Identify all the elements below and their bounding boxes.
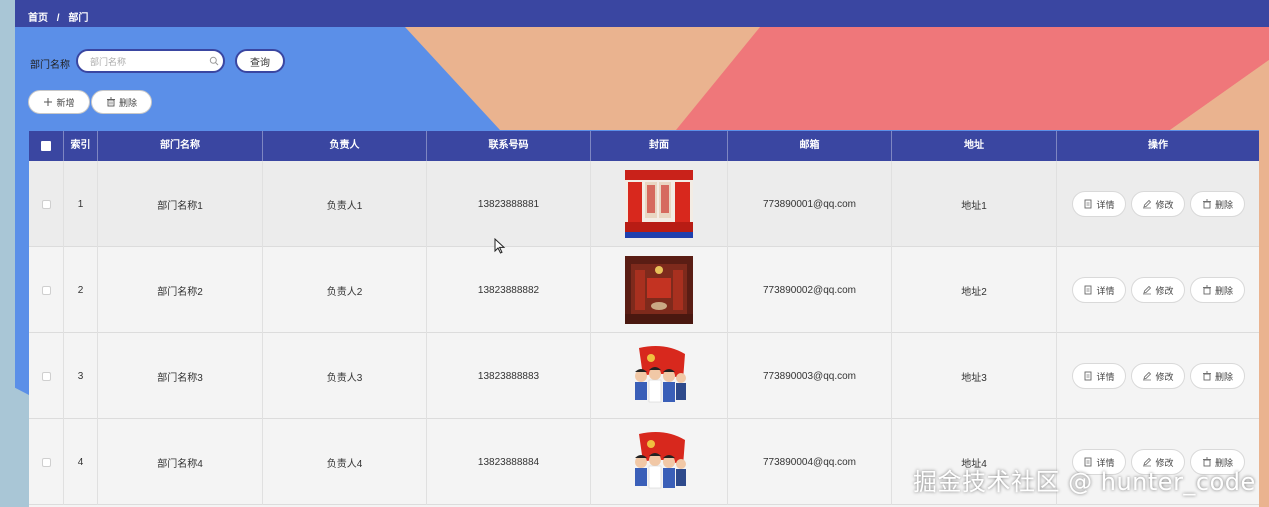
cell-name: 部门名称1 [97, 161, 262, 247]
delete-button[interactable]: 删除 [1190, 191, 1245, 217]
detail-label: 详情 [1096, 199, 1115, 210]
header-phone: 联系号码 [426, 131, 590, 161]
batch-delete-button[interactable]: 删除 [91, 90, 152, 114]
cell-cover [590, 419, 727, 505]
header-email: 邮箱 [727, 131, 891, 161]
delete-label: 删除 [1214, 199, 1233, 210]
trash-icon [1202, 285, 1211, 295]
row-select-cell [29, 161, 63, 247]
header-cover: 封面 [590, 131, 727, 161]
cell-email: 773890004@qq.com [727, 419, 891, 505]
breadcrumb-current: 部门 [68, 13, 89, 24]
cell-cover [590, 161, 727, 247]
detail-label: 详情 [1096, 285, 1115, 296]
cell-leader: 负责人4 [262, 419, 426, 505]
row-checkbox[interactable] [41, 371, 51, 381]
table-row: 2 部门名称2 负责人2 13823888882 773890002@qq.co… [29, 247, 1259, 333]
delete-label: 删除 [1214, 285, 1233, 296]
cell-phone: 13823888884 [426, 419, 590, 505]
pencil-icon [1143, 371, 1152, 381]
cell-leader: 负责人3 [262, 333, 426, 419]
select-all-checkbox[interactable] [41, 141, 51, 151]
cell-leader: 负责人2 [262, 247, 426, 333]
delete-button[interactable]: 删除 [1190, 277, 1245, 303]
trash-icon [106, 97, 115, 107]
header-index: 索引 [63, 131, 97, 161]
edit-label: 修改 [1155, 199, 1174, 210]
delete-label: 删除 [1214, 371, 1233, 382]
search-box[interactable] [76, 49, 225, 73]
cell-address: 地址1 [891, 161, 1056, 247]
edit-button[interactable]: 修改 [1131, 191, 1185, 217]
row-checkbox[interactable] [41, 285, 51, 295]
cell-cover [590, 333, 727, 419]
cell-email: 773890001@qq.com [727, 161, 891, 247]
cell-name: 部门名称3 [97, 333, 262, 419]
detail-button[interactable]: 详情 [1072, 191, 1126, 217]
breadcrumb-separator: / [56, 13, 60, 24]
cell-cover [590, 247, 727, 333]
search-label: 部门名称 [30, 60, 70, 71]
edit-label: 修改 [1155, 285, 1174, 296]
pencil-icon [1143, 285, 1152, 295]
department-table: 索引 部门名称 负责人 联系号码 封面 邮箱 地址 操作 1 部门名称1 负责人… [29, 131, 1259, 507]
search-icon [209, 56, 219, 66]
trash-icon [1202, 199, 1211, 209]
cell-index: 3 [63, 333, 97, 419]
cell-address: 地址3 [891, 333, 1056, 419]
cover-image-hall [625, 256, 693, 324]
edit-button[interactable]: 修改 [1131, 277, 1185, 303]
breadcrumb-home[interactable]: 首页 [28, 13, 48, 24]
edit-button[interactable]: 修改 [1131, 363, 1185, 389]
row-checkbox[interactable] [41, 199, 51, 209]
cover-image-people-flag [625, 428, 693, 496]
delete-button[interactable]: 删除 [1190, 363, 1245, 389]
cell-phone: 13823888883 [426, 333, 590, 419]
document-icon [1085, 285, 1092, 295]
top-bar: 首页 / 部门 [15, 0, 1269, 27]
header-leader: 负责人 [262, 131, 426, 161]
document-icon [1085, 371, 1092, 381]
cell-email: 773890002@qq.com [727, 247, 891, 333]
select-all-cell [29, 131, 63, 161]
query-button[interactable]: 查询 [235, 49, 285, 73]
detail-button[interactable]: 详情 [1072, 277, 1126, 303]
cell-index: 4 [63, 419, 97, 505]
row-checkbox[interactable] [41, 457, 51, 467]
row-select-cell [29, 419, 63, 505]
batch-delete-label: 删除 [118, 97, 137, 108]
cell-name: 部门名称4 [97, 419, 262, 505]
mouse-cursor-icon [494, 238, 506, 254]
document-icon [1085, 199, 1092, 209]
add-button[interactable]: 新增 [28, 90, 90, 114]
pencil-icon [1143, 199, 1152, 209]
breadcrumb: 首页 / 部门 [28, 9, 94, 24]
cell-index: 1 [63, 161, 97, 247]
table-row: 1 部门名称1 负责人1 13823888881 773890001@qq.co… [29, 161, 1259, 247]
cover-image-poster [625, 170, 693, 238]
cell-index: 2 [63, 247, 97, 333]
plus-icon [44, 98, 53, 106]
cell-address: 地址2 [891, 247, 1056, 333]
row-select-cell [29, 247, 63, 333]
header-actions: 操作 [1056, 131, 1259, 161]
trash-icon [1202, 371, 1211, 381]
table-header: 索引 部门名称 负责人 联系号码 封面 邮箱 地址 操作 [29, 131, 1259, 161]
watermark-text: 掘金技术社区 @ hunter_code [913, 468, 1256, 496]
cell-email: 773890003@qq.com [727, 333, 891, 419]
cover-image-people-flag [625, 342, 693, 410]
detail-button[interactable]: 详情 [1072, 363, 1126, 389]
add-button-label: 新增 [56, 97, 75, 108]
header-address: 地址 [891, 131, 1056, 161]
edit-label: 修改 [1155, 371, 1174, 382]
header-name: 部门名称 [97, 131, 262, 161]
cell-phone: 13823888881 [426, 161, 590, 247]
cell-leader: 负责人1 [262, 161, 426, 247]
search-input[interactable] [88, 55, 207, 69]
cell-name: 部门名称2 [97, 247, 262, 333]
detail-label: 详情 [1096, 371, 1115, 382]
cell-phone: 13823888882 [426, 247, 590, 333]
table-row: 3 部门名称3 负责人3 13823888883 773890003@qq.co… [29, 333, 1259, 419]
row-select-cell [29, 333, 63, 419]
